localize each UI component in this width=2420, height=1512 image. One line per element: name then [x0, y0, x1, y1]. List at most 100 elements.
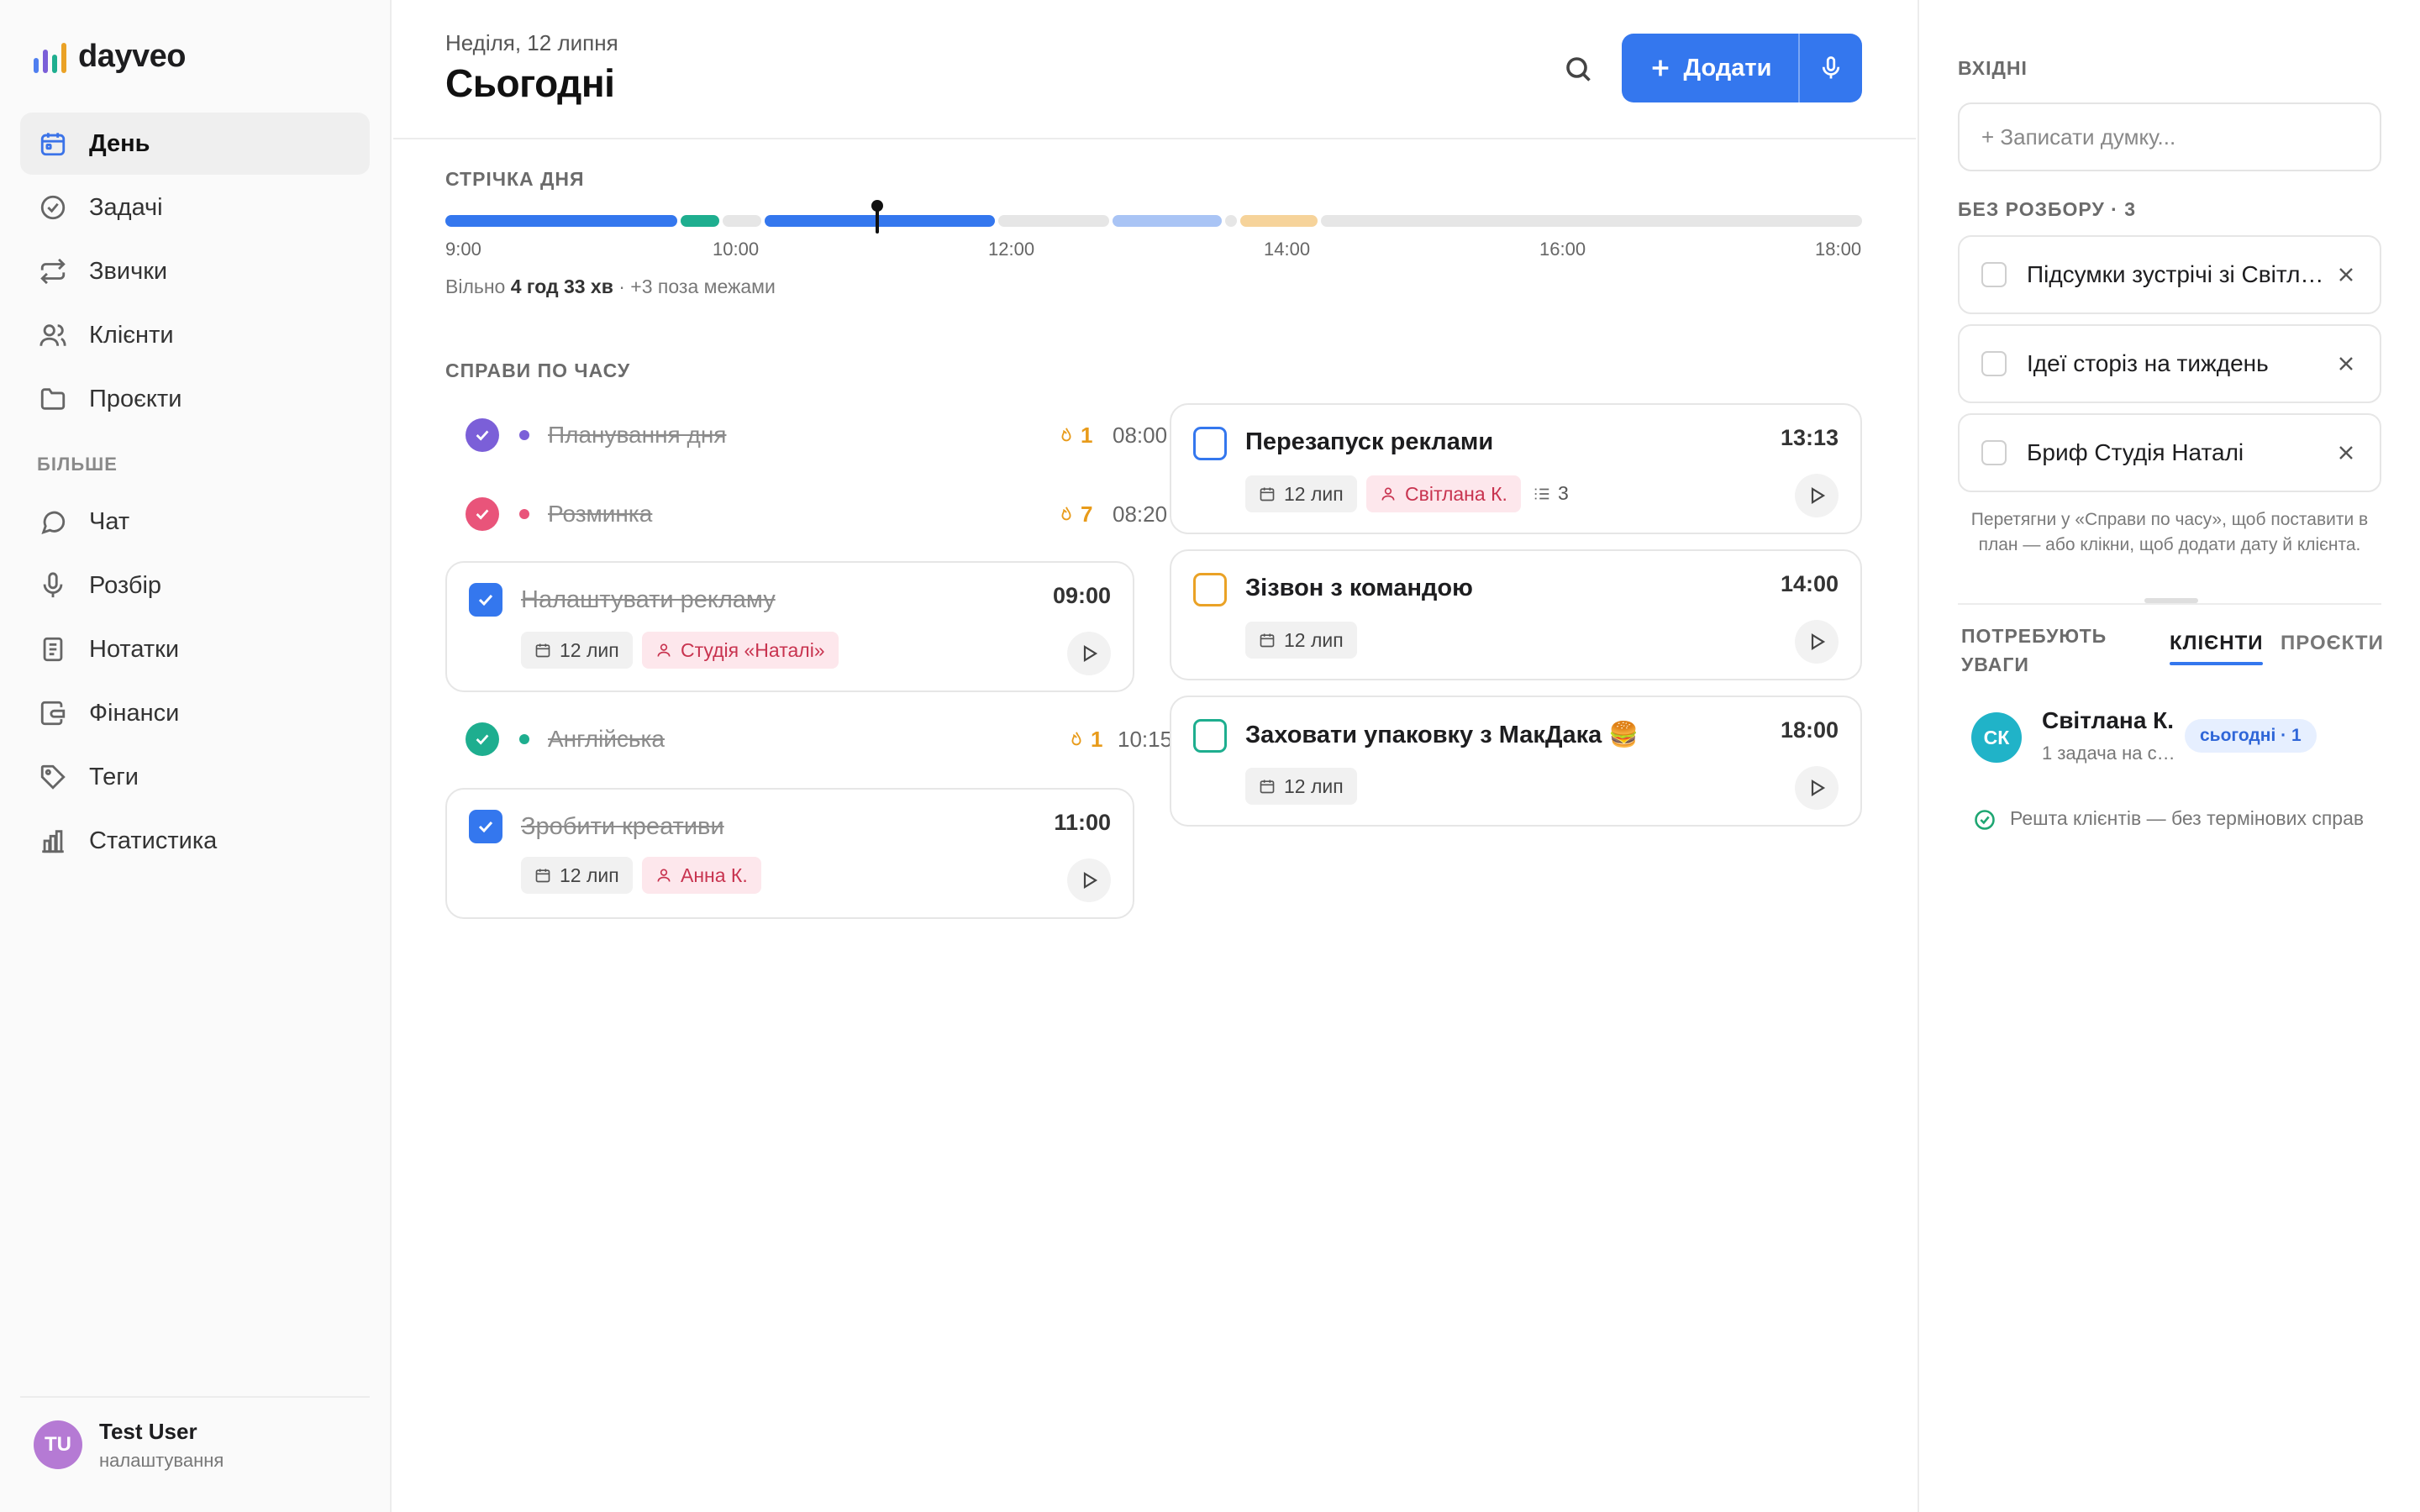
start-timer-button[interactable] — [1795, 474, 1839, 517]
inbox-item-checkbox[interactable] — [1981, 440, 2007, 465]
habit-checkbox[interactable] — [466, 497, 499, 531]
add-button[interactable]: Додати — [1622, 34, 1798, 102]
sidebar-item-chat[interactable]: Чат — [20, 491, 370, 553]
dismiss-button[interactable] — [2334, 352, 2358, 375]
timeline-block[interactable] — [681, 215, 719, 227]
calendar-icon — [1260, 780, 1275, 794]
task-checkbox[interactable] — [1193, 427, 1227, 460]
date-chip-label: 12 лип — [560, 864, 619, 886]
sidebar-item-day[interactable]: День — [20, 113, 370, 175]
mic-icon — [43, 572, 63, 598]
tab-projects[interactable]: ПРОЄКТИ — [2281, 632, 2384, 655]
date-chip[interactable]: 12 лип — [521, 632, 633, 669]
dismiss-button[interactable] — [2334, 263, 2358, 286]
calendar-icon — [40, 133, 66, 156]
sidebar-item-projects[interactable]: Проєкти — [20, 368, 370, 430]
inbox-item[interactable]: Ідеї сторіз на тиждень — [1958, 324, 2381, 403]
calendar-icon — [1260, 633, 1275, 648]
client-chip[interactable]: Анна К. — [642, 857, 761, 894]
dismiss-button[interactable] — [2334, 441, 2358, 465]
task-card[interactable]: Заховати упаковку з МакДака 🍔 18:00 12 л… — [1170, 696, 1862, 827]
quick-thought-input[interactable]: + Записати думку... — [1958, 102, 2381, 171]
client-chip[interactable]: Світлана К. — [1366, 475, 1521, 512]
date-chip[interactable]: 12 лип — [1245, 475, 1357, 512]
date-chip[interactable]: 12 лип — [1245, 768, 1357, 805]
habit-item[interactable]: Англійська 1 10:15 — [445, 707, 1172, 771]
task-card[interactable]: Зізвон з командою 14:00 12 лип — [1170, 549, 1862, 680]
timeline-block[interactable] — [765, 215, 995, 227]
timeline-label: СТРІЧКА ДНЯ — [445, 168, 585, 190]
habit-checkbox[interactable] — [466, 418, 499, 452]
sidebar-item-notes[interactable]: Нотатки — [20, 618, 370, 680]
sidebar-item-label: Нотатки — [89, 635, 180, 663]
search-button[interactable] — [1560, 50, 1597, 87]
streak-badge: 7 — [1057, 501, 1092, 528]
task-card[interactable]: Перезапуск реклами 13:13 12 лип Світлана… — [1170, 403, 1862, 534]
inbox-item[interactable]: Бриф Студія Наталі — [1958, 413, 2381, 492]
sidebar-item-review[interactable]: Розбір — [20, 554, 370, 617]
timeline-block[interactable] — [445, 215, 677, 227]
sidebar-item-tasks[interactable]: Задачі — [20, 176, 370, 239]
inbox-item-checkbox[interactable] — [1981, 351, 2007, 376]
sidebar-item-habits[interactable]: Звички — [20, 240, 370, 302]
task-card[interactable]: Зробити креативи 11:00 12 лип Анна К. — [445, 788, 1134, 919]
habit-title: Розминка — [548, 501, 653, 527]
subtasks-count-label: 3 — [1558, 482, 1569, 504]
task-checkbox[interactable] — [469, 583, 502, 617]
rest-clients-text: Решта клієнтів — без термінових справ — [2010, 807, 2365, 829]
task-checkbox[interactable] — [469, 810, 502, 843]
sidebar-item-tags[interactable]: Теги — [20, 746, 370, 808]
play-icon — [1083, 872, 1098, 889]
start-timer-button[interactable] — [1067, 858, 1111, 902]
sidebar-item-stats[interactable]: Статистика — [20, 810, 370, 872]
schedule-label: СПРАВИ ПО ЧАСУ — [445, 360, 631, 381]
play-icon — [1811, 487, 1826, 504]
date-chip[interactable]: 12 лип — [521, 857, 633, 894]
timeline-block[interactable] — [1240, 215, 1318, 227]
play-icon — [1083, 645, 1098, 662]
habit-checkbox[interactable] — [466, 722, 499, 756]
task-card[interactable]: Налаштувати рекламу 09:00 12 лип Студія … — [445, 561, 1134, 692]
sidebar: dayveo День Задачі Звички Клієнти Проєкт… — [0, 0, 392, 1512]
user-profile[interactable]: TU Test User налаштування — [20, 1396, 370, 1492]
unsorted-label: БЕЗ РОЗБОРУ · 3 — [1958, 198, 2137, 220]
tab-clients[interactable]: КЛІЄНТИ — [2170, 632, 2264, 665]
task-checkbox[interactable] — [1193, 719, 1227, 753]
sidebar-item-clients[interactable]: Клієнти — [20, 304, 370, 366]
panel-divider — [1958, 603, 2381, 605]
start-timer-button[interactable] — [1795, 766, 1839, 810]
resize-handle[interactable] — [2144, 598, 2198, 603]
user-settings-link[interactable]: налаштування — [99, 1450, 224, 1472]
client-chip[interactable]: Студія «Наталі» — [642, 632, 839, 669]
streak-badge: 1 — [1057, 423, 1092, 449]
check-icon — [478, 821, 493, 833]
inbox-item-checkbox[interactable] — [1981, 262, 2007, 287]
start-timer-button[interactable] — [1795, 620, 1839, 664]
habit-item[interactable]: Планування дня 1 08:00 — [445, 403, 1167, 467]
subtasks-count: 3 — [1533, 482, 1569, 505]
mic-icon — [1822, 56, 1840, 79]
app-logo[interactable]: dayveo — [34, 39, 186, 75]
task-checkbox[interactable] — [1193, 573, 1227, 606]
day-timeline[interactable] — [445, 200, 1862, 234]
habit-color-dot — [519, 734, 529, 744]
inbox-label: ВХІДНІ — [1958, 57, 2028, 79]
voice-add-button[interactable] — [1798, 34, 1862, 102]
inbox-item[interactable]: Підсумки зустрічі зі Світланою — [1958, 235, 2381, 314]
app-name: dayveo — [78, 39, 186, 74]
client-name: Світлана К. — [2042, 707, 2175, 733]
timeline-summary: Вільно 4 год 33 хв · +3 поза межами — [445, 276, 776, 298]
habit-item[interactable]: Розминка 7 08:20 — [445, 482, 1167, 546]
plus-icon — [1652, 60, 1668, 76]
users-icon — [39, 324, 66, 346]
check-circle-icon — [40, 195, 66, 220]
start-timer-button[interactable] — [1067, 632, 1111, 675]
task-time: 09:00 — [1052, 583, 1111, 608]
timeline-block[interactable] — [1113, 215, 1222, 227]
sidebar-item-finance[interactable]: Фінанси — [20, 682, 370, 744]
date-chip-label: 12 лип — [1284, 628, 1344, 651]
free-time: 4 год 33 хв — [510, 276, 613, 297]
attention-client-row[interactable]: СК Світлана К. 1 задача на сьогодні сьог… — [1971, 707, 2375, 774]
date-chip[interactable]: 12 лип — [1245, 622, 1357, 659]
play-icon — [1811, 780, 1826, 796]
